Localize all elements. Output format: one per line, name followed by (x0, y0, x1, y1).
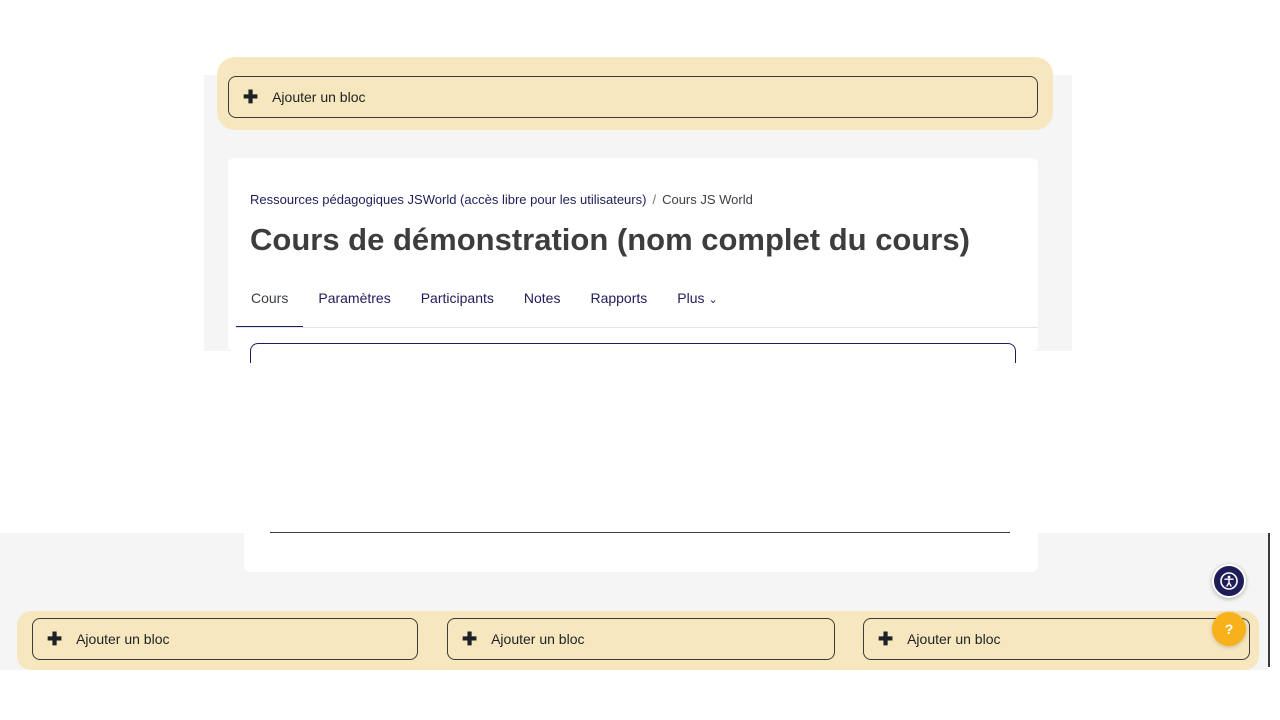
add-block-button-bottom-1[interactable]: ✚ Ajouter un bloc (32, 618, 418, 660)
tab-label: Rapports (590, 290, 648, 306)
tabs-divider (236, 327, 1038, 328)
help-button[interactable]: ? (1212, 612, 1246, 646)
add-block-button-top[interactable]: ✚ Ajouter un bloc (228, 76, 1038, 118)
plus-icon: ✚ (47, 629, 63, 649)
tab-label: Participants (420, 290, 494, 306)
breadcrumb-item-category[interactable]: Ressources pédagogiques JSWorld (accès l… (250, 192, 646, 207)
add-block-button-bottom-3[interactable]: ✚ Ajouter un bloc (863, 618, 1250, 660)
add-block-button-bottom-2[interactable]: ✚ Ajouter un bloc (447, 618, 835, 660)
add-block-label: Ajouter un bloc (76, 631, 170, 647)
accessibility-button[interactable] (1212, 564, 1246, 598)
course-content-card-bottom (244, 533, 1038, 572)
tab-label: Notes (523, 290, 561, 306)
tab-participants[interactable]: Participants (406, 288, 509, 328)
scrollbar[interactable] (1268, 533, 1270, 667)
tab-cours[interactable]: Cours (236, 288, 304, 328)
plus-icon: ✚ (243, 87, 259, 107)
breadcrumb-item-course[interactable]: Cours JS World (662, 192, 753, 207)
add-block-label: Ajouter un bloc (272, 89, 366, 105)
tab-label: Paramètres (318, 290, 391, 306)
breadcrumb-separator: / (652, 192, 657, 207)
course-header-card: Ressources pédagogiques JSWorld (accès l… (228, 158, 1038, 363)
page: ✚ Ajouter un bloc Ressources pédagogique… (0, 0, 1280, 720)
tab-plus-dropdown[interactable]: Plus ⌄ (662, 288, 732, 328)
accessibility-icon (1220, 572, 1238, 590)
tab-label: Cours (251, 290, 289, 306)
help-icon: ? (1224, 621, 1234, 637)
tab-parametres[interactable]: Paramètres (303, 288, 405, 328)
course-nav-tabs: Cours Paramètres Participants Notes Rapp… (236, 288, 733, 328)
tab-notes[interactable]: Notes (509, 288, 576, 328)
add-block-label: Ajouter un bloc (907, 631, 1001, 647)
breadcrumb: Ressources pédagogiques JSWorld (accès l… (250, 192, 753, 207)
plus-icon: ✚ (462, 629, 478, 649)
tab-rapports[interactable]: Rapports (575, 288, 662, 328)
plus-icon: ✚ (878, 629, 894, 649)
tab-label: Plus (677, 290, 705, 306)
chevron-down-icon: ⌄ (708, 294, 718, 306)
page-title: Cours de démonstration (nom complet du c… (250, 222, 970, 257)
content-divider (270, 532, 1010, 533)
course-content-box (250, 343, 1016, 363)
add-block-label: Ajouter un bloc (491, 631, 585, 647)
